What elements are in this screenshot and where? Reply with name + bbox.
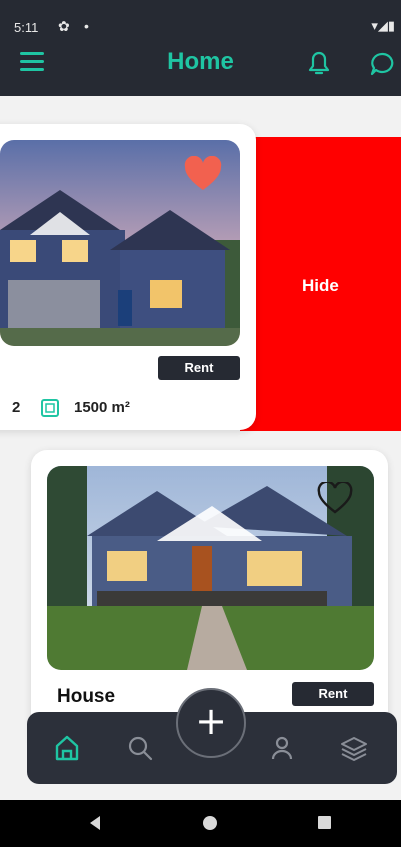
signal-battery-icons: ▾◢▮ — [371, 18, 395, 33]
back-icon[interactable] — [88, 815, 102, 831]
bedroom-count: 2 — [12, 399, 21, 416]
hide-button-label[interactable]: Hide — [302, 276, 339, 296]
area-icon — [40, 398, 60, 418]
favorite-heart-icon[interactable] — [183, 155, 223, 192]
gear-icon: ✿ — [58, 18, 70, 34]
plus-icon: + — [195, 699, 227, 743]
rent-badge: Rent — [158, 356, 240, 380]
search-icon[interactable] — [124, 732, 156, 764]
home-circle-icon[interactable] — [203, 816, 217, 830]
recent-apps-icon[interactable] — [318, 816, 331, 829]
notification-dot: • — [84, 18, 89, 34]
profile-icon[interactable] — [266, 732, 298, 764]
bell-icon[interactable] — [305, 48, 333, 78]
home-icon[interactable] — [51, 732, 83, 764]
favorite-heart-icon[interactable] — [317, 480, 353, 514]
layers-icon[interactable] — [338, 732, 370, 764]
area-value: 1500 m² — [74, 399, 130, 416]
page-title: Home — [167, 48, 234, 75]
add-listing-button[interactable]: + — [176, 688, 246, 758]
rent-badge: Rent — [292, 682, 374, 706]
listing-title: House — [57, 686, 116, 707]
system-navigation-bar — [0, 800, 401, 847]
chat-bubble-icon[interactable] — [368, 50, 398, 78]
status-time: 5:11 — [14, 20, 39, 35]
